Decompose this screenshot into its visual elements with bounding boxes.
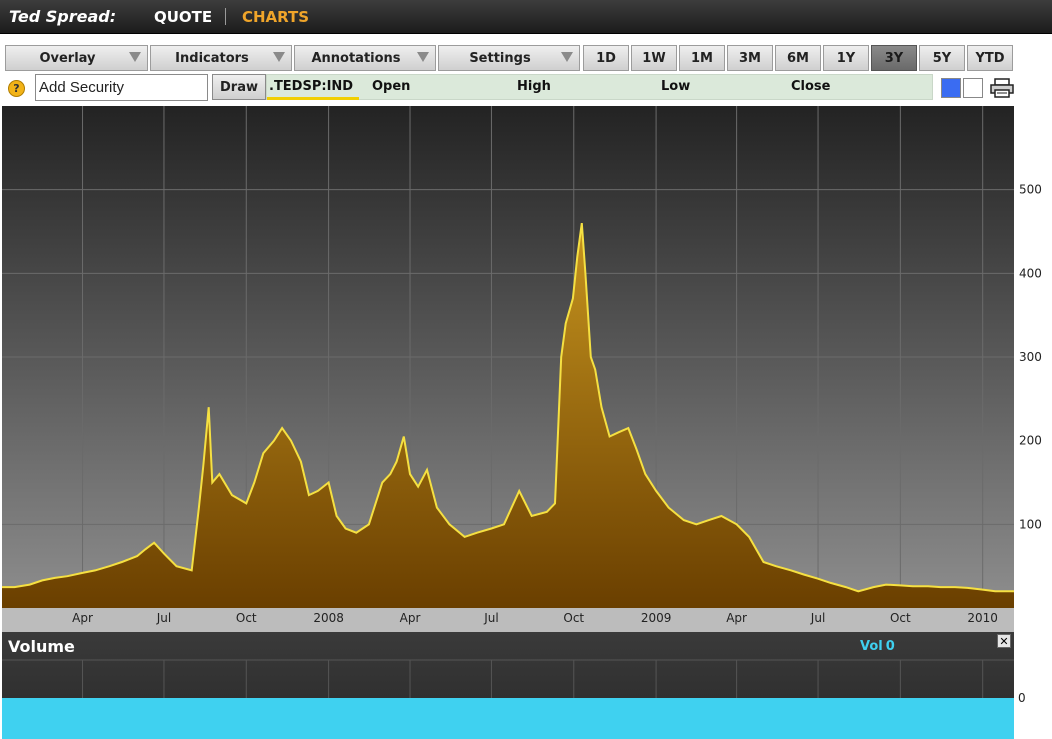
range-5y-button[interactable]: 5Y xyxy=(919,45,965,71)
indicators-dropdown[interactable]: Indicators xyxy=(150,45,292,71)
close-label: Close xyxy=(791,79,831,94)
y-tick-label: 400 xyxy=(1019,266,1042,280)
y-axis-labels: 100 200 300 400 500 xyxy=(1019,183,1042,532)
overlay-label: Overlay xyxy=(39,50,96,66)
x-tick-label: 2008 xyxy=(313,611,344,625)
volume-readout: Vol 0 xyxy=(857,639,895,654)
x-tick-label: Apr xyxy=(72,611,93,625)
open-field: Open xyxy=(372,79,416,94)
volume-readout-label: Vol xyxy=(860,639,883,654)
volume-y-tick: 0 xyxy=(1018,691,1026,705)
printer-icon[interactable] xyxy=(990,78,1014,98)
add-security-input[interactable] xyxy=(35,74,208,101)
range-3y-button[interactable]: 3Y xyxy=(871,45,917,71)
y-tick-label: 500 xyxy=(1019,183,1042,197)
range-1d-button[interactable]: 1D xyxy=(583,45,629,71)
volume-bar xyxy=(2,698,1014,739)
high-field: High xyxy=(517,79,557,94)
annotations-dropdown[interactable]: Annotations xyxy=(294,45,436,71)
low-label: Low xyxy=(661,79,691,94)
volume-title: Volume xyxy=(8,637,75,656)
app-header: Ted Spread: QUOTE CHARTS xyxy=(0,0,1052,34)
x-tick-label: Oct xyxy=(890,611,911,625)
color-swatch-white[interactable] xyxy=(963,78,983,98)
indicators-label: Indicators xyxy=(175,50,249,66)
x-tick-label: Jul xyxy=(810,611,825,625)
settings-dropdown[interactable]: Settings xyxy=(438,45,580,71)
low-field: Low xyxy=(661,79,696,94)
range-6m-button[interactable]: 6M xyxy=(775,45,821,71)
dropdown-arrow-icon xyxy=(273,52,285,62)
nav-charts-link[interactable]: CHARTS xyxy=(242,8,309,26)
help-icon[interactable]: ? xyxy=(8,80,25,97)
y-tick-label: 300 xyxy=(1019,350,1042,364)
ohlc-bar: .TEDSP:IND Open High Low Close xyxy=(266,74,933,100)
x-tick-label: 2010 xyxy=(967,611,998,625)
ticker-label[interactable]: .TEDSP:IND xyxy=(267,75,359,100)
x-tick-label: Apr xyxy=(400,611,421,625)
overlay-dropdown[interactable]: Overlay xyxy=(5,45,148,71)
color-swatch-blue[interactable] xyxy=(941,78,961,98)
x-tick-label: Jul xyxy=(156,611,171,625)
page-title: Ted Spread: xyxy=(9,7,117,26)
settings-label: Settings xyxy=(469,50,531,66)
dropdown-arrow-icon xyxy=(129,52,141,62)
close-field: Close xyxy=(791,79,836,94)
open-label: Open xyxy=(372,79,411,94)
dropdown-arrow-icon xyxy=(417,52,429,62)
y-tick-label: 100 xyxy=(1019,517,1042,531)
range-3m-button[interactable]: 3M xyxy=(727,45,773,71)
annotations-label: Annotations xyxy=(311,50,401,66)
nav-quote-link[interactable]: QUOTE xyxy=(154,8,212,26)
x-tick-label: 2009 xyxy=(641,611,672,625)
range-ytd-button[interactable]: YTD xyxy=(967,45,1013,71)
range-1y-button[interactable]: 1Y xyxy=(823,45,869,71)
y-tick-label: 200 xyxy=(1019,434,1042,448)
dropdown-arrow-icon xyxy=(561,52,573,62)
volume-readout-value: 0 xyxy=(885,639,895,654)
x-axis-band xyxy=(2,608,1014,632)
draw-button[interactable]: Draw xyxy=(212,74,266,100)
range-1m-button[interactable]: 1M xyxy=(679,45,725,71)
x-tick-label: Jul xyxy=(483,611,498,625)
range-1w-button[interactable]: 1W xyxy=(631,45,677,71)
close-volume-icon[interactable]: ✕ xyxy=(997,634,1011,648)
high-label: High xyxy=(517,79,551,94)
nav-separator xyxy=(225,8,226,25)
x-tick-label: Apr xyxy=(726,611,747,625)
ted-spread-app: Ted Spread: QUOTE CHARTS Overlay Indicat… xyxy=(0,0,1052,739)
x-tick-label: Oct xyxy=(236,611,257,625)
x-tick-label: Oct xyxy=(563,611,584,625)
